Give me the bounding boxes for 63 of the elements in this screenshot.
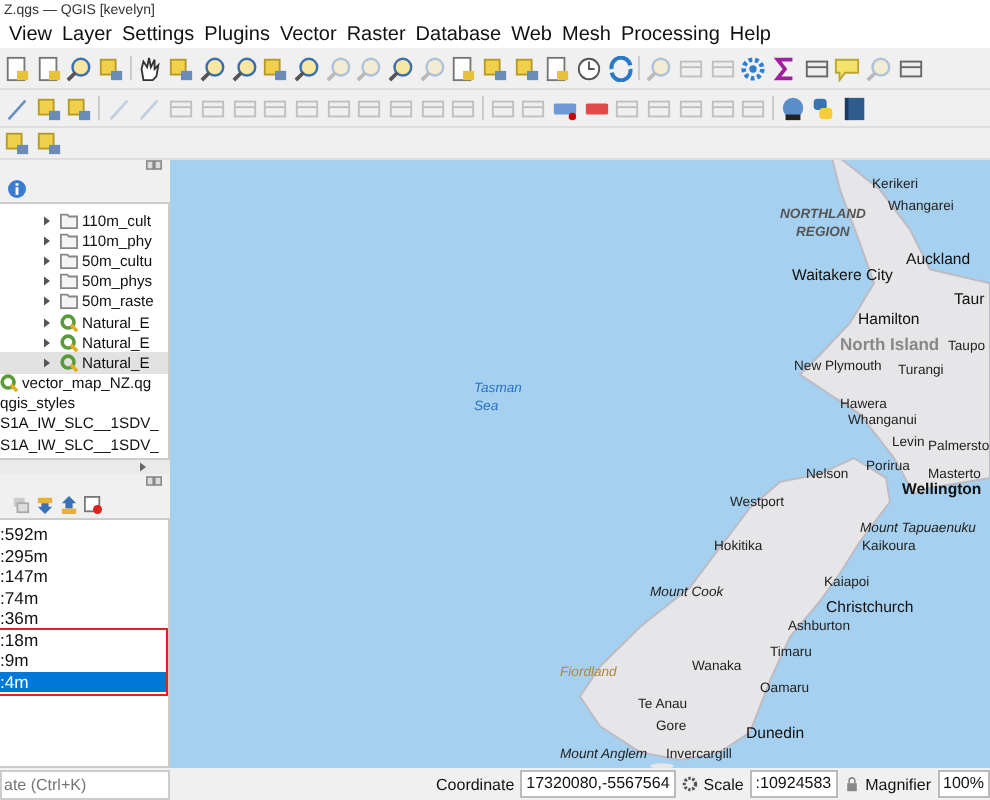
scale-item[interactable]: :295m <box>0 545 168 566</box>
scroll-right-icon[interactable] <box>140 462 146 472</box>
menu-item[interactable]: Layer <box>57 24 118 46</box>
menu-item[interactable]: Vector <box>274 24 342 46</box>
scale-label: Scale <box>703 775 744 793</box>
sigma-icon[interactable] <box>771 55 798 81</box>
scale-item[interactable]: :4m <box>0 671 168 692</box>
python-icon[interactable] <box>810 95 837 121</box>
table-icon[interactable] <box>709 55 735 81</box>
qgis-logo-icon <box>0 374 18 393</box>
info-icon[interactable] <box>8 180 26 198</box>
open-file-icon[interactable] <box>35 55 62 81</box>
zoom-in-icon[interactable] <box>199 55 226 81</box>
coordinate-field[interactable]: 17320080,-5567564 <box>520 770 676 798</box>
menu-item[interactable]: Processing <box>615 24 725 46</box>
identify-icon[interactable] <box>646 55 673 81</box>
scale-item[interactable]: :18m <box>0 629 168 650</box>
scale-item[interactable]: :592m <box>0 524 168 545</box>
menu-item[interactable]: Plugins <box>199 24 275 46</box>
gear-icon[interactable] <box>740 55 767 81</box>
pan-hand-icon[interactable] <box>136 55 163 81</box>
table-icon[interactable] <box>677 55 704 81</box>
coordinate-label: Coordinate <box>436 775 515 793</box>
zoom-layer-icon[interactable] <box>293 55 320 81</box>
move-down-icon[interactable] <box>36 496 54 514</box>
pencil-icon[interactable] <box>4 95 30 121</box>
globe-icon[interactable] <box>779 95 806 121</box>
magnifier-field[interactable]: 100% <box>937 770 990 798</box>
layer-icon[interactable] <box>4 130 30 156</box>
refresh-icon[interactable] <box>607 55 634 81</box>
dock-buttons-icon[interactable] <box>146 476 162 486</box>
qgis-logo-icon <box>60 313 78 332</box>
menu-item[interactable]: View <box>4 24 57 46</box>
new-page-icon[interactable] <box>4 55 30 81</box>
remove-icon[interactable] <box>84 496 102 514</box>
magnifier-label: Magnifier <box>865 775 932 793</box>
scale-item[interactable]: :36m <box>0 608 168 629</box>
gear-icon[interactable] <box>681 776 698 792</box>
menu-item[interactable]: Mesh <box>556 24 616 46</box>
scale-item[interactable]: :147m <box>0 566 168 587</box>
scale-item[interactable]: :74m <box>0 587 168 608</box>
menu-item[interactable]: Database <box>410 24 507 46</box>
lock-icon[interactable] <box>843 776 860 792</box>
map-label: North Island <box>840 336 940 354</box>
table-icon[interactable] <box>262 95 289 121</box>
menu-item[interactable]: Web <box>506 24 557 46</box>
speech-bubble-icon[interactable] <box>834 55 861 81</box>
clock-icon[interactable] <box>576 55 603 81</box>
qgis-logo-icon <box>60 333 78 352</box>
menu-item[interactable]: Help <box>724 24 776 46</box>
menu-item[interactable]: Raster <box>341 24 411 46</box>
scale-item[interactable]: :9m <box>0 650 168 671</box>
locator-search-field[interactable]: ate (Ctrl+K) <box>0 769 170 799</box>
scale-dropdown[interactable]: :10924583 <box>749 770 838 798</box>
layer-icon[interactable] <box>35 130 62 156</box>
zoom-last-icon[interactable] <box>387 55 414 81</box>
zoom-out-icon[interactable] <box>231 55 257 81</box>
menu-item[interactable]: Settings <box>117 24 200 46</box>
page-search-icon[interactable] <box>66 55 93 81</box>
dock-buttons-icon[interactable] <box>146 160 162 170</box>
move-up-icon[interactable] <box>60 496 78 514</box>
layers-icon[interactable] <box>12 496 30 514</box>
qgis-logo-icon <box>60 353 78 372</box>
